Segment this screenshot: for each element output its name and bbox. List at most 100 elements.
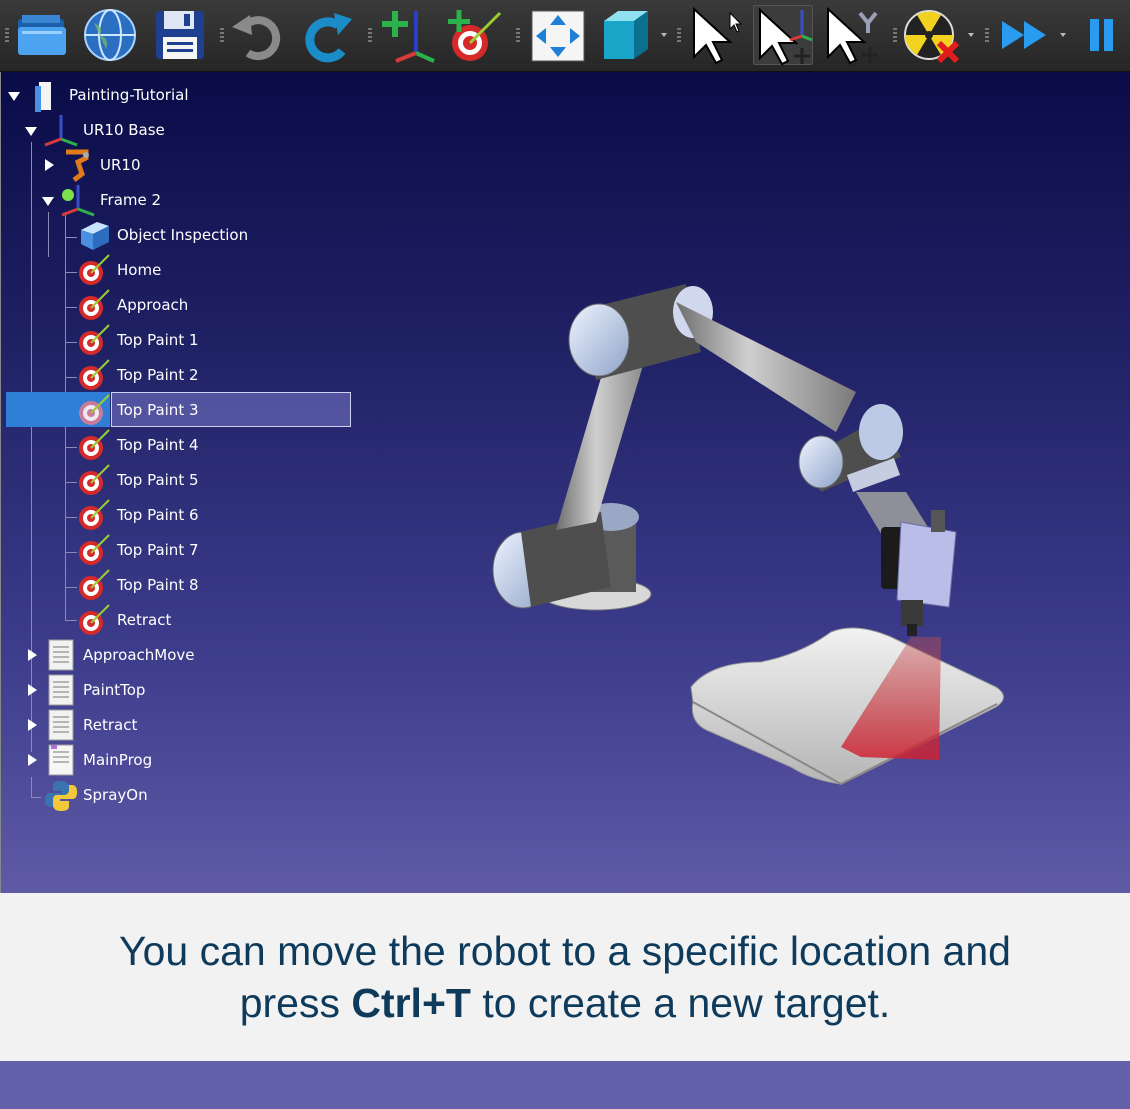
caption-text: press <box>239 980 352 1026</box>
tree-item-target[interactable]: Top Paint 5 <box>77 463 199 497</box>
tree-label: Top Paint 2 <box>117 366 199 384</box>
tree-label: ApproachMove <box>83 646 195 664</box>
toolbar-grip[interactable] <box>677 28 681 44</box>
tree-label: Retract <box>117 611 172 629</box>
object-icon <box>81 222 109 250</box>
target-icon <box>79 394 110 425</box>
tree-item-target[interactable]: Top Paint 7 <box>77 533 199 567</box>
collapse-icon[interactable] <box>42 197 54 206</box>
station-icon <box>35 82 51 112</box>
main-toolbar <box>0 0 1130 72</box>
add-target-icon[interactable] <box>444 5 504 65</box>
tree-label: PaintTop <box>83 681 146 699</box>
tree-label: UR10 Base <box>83 121 165 139</box>
footer-band <box>0 1061 1130 1109</box>
robot-scene[interactable] <box>461 192 1041 812</box>
fit-all-icon[interactable] <box>528 5 588 65</box>
tree-item-script[interactable]: SprayOn <box>43 778 148 812</box>
tree-label: Painting-Tutorial <box>69 86 189 104</box>
tree-item-target[interactable]: Top Paint 4 <box>77 428 199 462</box>
tree-item-target[interactable]: Top Paint 1 <box>77 323 199 357</box>
target-icon <box>79 534 110 565</box>
tree-label: SprayOn <box>83 786 148 804</box>
expand-icon[interactable] <box>28 754 37 766</box>
caption-text: to create a new target. <box>470 980 891 1026</box>
tree-label: Top Paint 7 <box>117 541 199 559</box>
dropdown-arrow-icon[interactable] <box>1060 33 1066 37</box>
globe-icon[interactable] <box>80 5 140 65</box>
reference-frame-icon <box>44 115 78 147</box>
expand-icon[interactable] <box>28 684 37 696</box>
redo-icon[interactable] <box>298 5 358 65</box>
3d-viewport[interactable]: Painting-Tutorial UR10 Base UR10 Frame 2… <box>0 72 1130 893</box>
workpiece-plate[interactable] <box>690 627 1004 785</box>
save-icon[interactable] <box>150 5 210 65</box>
program-icon <box>48 744 74 776</box>
tree-item-object[interactable]: Object Inspection <box>77 218 248 252</box>
move-reference-icon[interactable] <box>753 5 813 66</box>
add-reference-frame-icon[interactable] <box>376 5 436 65</box>
tree-label: UR10 <box>100 156 141 174</box>
move-tool-icon[interactable] <box>822 5 882 65</box>
robot-icon <box>66 149 89 182</box>
dropdown-arrow-icon[interactable] <box>968 33 974 37</box>
tree-label: Object Inspection <box>117 226 249 244</box>
collision-check-icon[interactable] <box>901 5 961 65</box>
toolbar-grip[interactable] <box>5 28 9 44</box>
tree-item-program[interactable]: PaintTop <box>43 673 145 707</box>
3d-view-icon[interactable] <box>596 5 656 65</box>
target-icon <box>79 499 110 530</box>
expand-icon[interactable] <box>28 649 37 661</box>
program-icon <box>48 639 74 671</box>
fast-simulation-icon[interactable] <box>996 5 1056 65</box>
collapse-icon[interactable] <box>25 127 37 136</box>
tree-item-target-selected[interactable]: Top Paint 3 <box>77 393 199 427</box>
dropdown-arrow-icon[interactable] <box>661 33 667 37</box>
program-icon <box>48 674 74 706</box>
target-icon <box>79 569 110 600</box>
tree-label: Home <box>117 261 162 279</box>
tree-item-target[interactable]: Top Paint 6 <box>77 498 199 532</box>
tree-item-target[interactable]: Top Paint 8 <box>77 568 199 602</box>
reference-frame-icon <box>61 185 95 217</box>
open-folder-icon[interactable] <box>12 5 72 65</box>
toolbar-grip[interactable] <box>220 28 224 44</box>
collapse-icon[interactable] <box>8 92 20 101</box>
pause-icon[interactable] <box>1072 5 1130 65</box>
toolbar-grip[interactable] <box>368 28 372 44</box>
tree-label: Top Paint 3 <box>117 401 199 419</box>
tree-item-frame[interactable]: Frame 2 <box>60 183 161 217</box>
select-icon[interactable] <box>686 5 746 65</box>
target-icon <box>79 464 110 495</box>
toolbar-grip[interactable] <box>893 28 897 44</box>
expand-icon[interactable] <box>45 159 54 171</box>
tree-item-target[interactable]: Home <box>77 253 161 287</box>
tree-item-robot[interactable]: UR10 <box>60 148 141 182</box>
toolbar-grip[interactable] <box>516 28 520 44</box>
target-icon <box>79 254 110 285</box>
keyboard-shortcut: Ctrl+T <box>351 980 471 1026</box>
undo-icon[interactable] <box>228 5 288 65</box>
target-icon <box>79 289 110 320</box>
program-icon <box>48 709 74 741</box>
tree-item-station[interactable]: Painting-Tutorial <box>29 78 189 112</box>
tree-item-target[interactable]: Top Paint 2 <box>77 358 199 392</box>
tree-item-target[interactable]: Approach <box>77 288 188 322</box>
caption-line-1: You can move the robot to a specific loc… <box>119 928 1011 974</box>
tree-label: Approach <box>117 296 189 314</box>
tree-item-program[interactable]: MainProg <box>43 743 152 777</box>
python-script-icon <box>45 781 77 811</box>
tree-item-program[interactable]: Retract <box>43 708 137 742</box>
target-icon <box>79 429 110 460</box>
station-tree: Painting-Tutorial UR10 Base UR10 Frame 2… <box>1 72 471 893</box>
tree-label: Top Paint 1 <box>117 331 199 349</box>
tree-item-base-frame[interactable]: UR10 Base <box>43 113 165 147</box>
tree-item-target[interactable]: Retract <box>77 603 171 637</box>
toolbar-grip[interactable] <box>985 28 989 44</box>
tree-label: Top Paint 4 <box>117 436 199 454</box>
tree-label: Top Paint 5 <box>117 471 199 489</box>
target-icon <box>79 359 110 390</box>
expand-icon[interactable] <box>28 719 37 731</box>
tree-label: Retract <box>83 716 138 734</box>
tree-item-program[interactable]: ApproachMove <box>43 638 195 672</box>
